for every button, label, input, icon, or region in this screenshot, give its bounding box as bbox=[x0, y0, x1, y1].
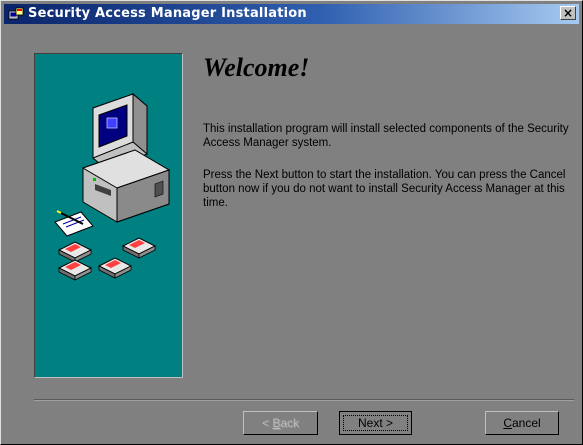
cancel-button[interactable]: Cancel bbox=[485, 411, 559, 435]
intro-paragraph: This installation program will install s… bbox=[203, 123, 569, 149]
back-label-rest: ack bbox=[280, 416, 300, 430]
divider bbox=[34, 399, 574, 401]
title-bar[interactable]: Security Access Manager Installation × bbox=[4, 4, 579, 24]
focus-rectangle: Next > bbox=[343, 415, 408, 431]
welcome-heading: Welcome! bbox=[203, 53, 310, 82]
back-label-prefix: < bbox=[261, 416, 269, 430]
computer-with-floppy-disks-icon bbox=[54, 92, 171, 281]
cancel-accelerator: C bbox=[503, 416, 512, 430]
document-icon bbox=[54, 210, 94, 237]
floppy-disk-icon bbox=[121, 237, 157, 259]
floppy-disk-icon bbox=[57, 259, 93, 281]
instructions-paragraph: Press the Next button to start the insta… bbox=[203, 169, 566, 209]
close-button[interactable]: × bbox=[560, 6, 576, 20]
back-button[interactable]: < Back bbox=[243, 411, 318, 435]
close-icon: × bbox=[562, 6, 574, 20]
setup-icon bbox=[8, 7, 24, 20]
floppy-disk-icon bbox=[97, 257, 133, 279]
window-title: Security Access Manager Installation bbox=[28, 6, 307, 21]
installer-window: Security Access Manager Installation × W… bbox=[0, 0, 583, 445]
next-button[interactable]: Next > bbox=[339, 411, 412, 435]
cancel-label-rest: ancel bbox=[511, 416, 541, 430]
side-illustration-panel bbox=[34, 53, 183, 378]
next-label: Next > bbox=[357, 416, 393, 430]
floppy-disk-icon bbox=[57, 241, 93, 263]
computer-icon bbox=[81, 92, 171, 223]
